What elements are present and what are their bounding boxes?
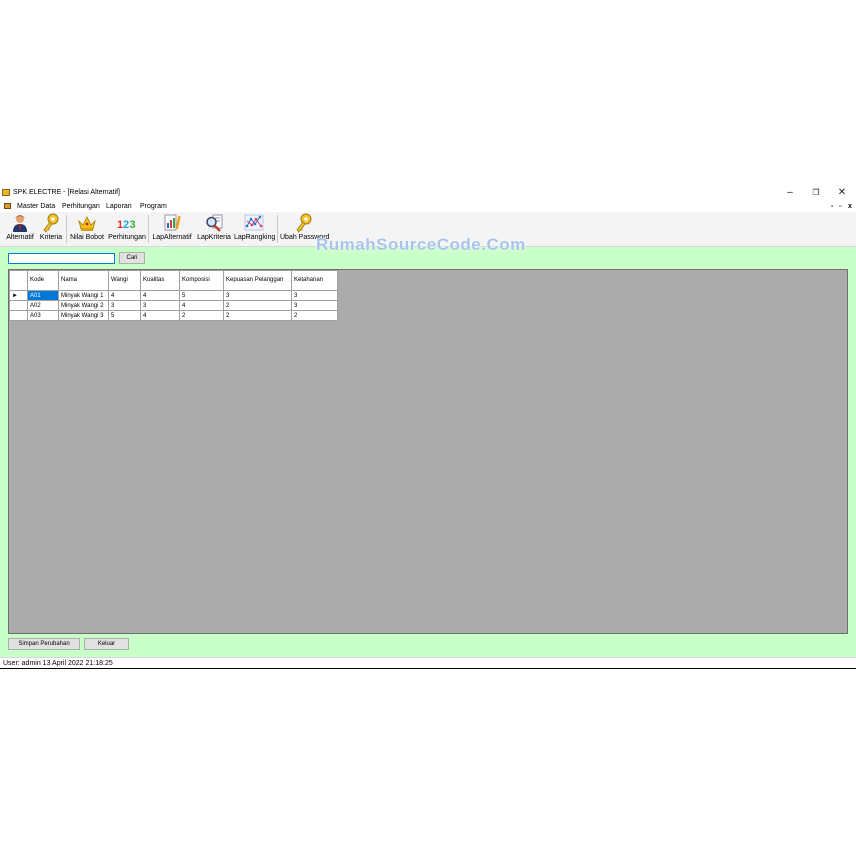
key-icon (43, 213, 59, 233)
network-chart-icon (244, 214, 264, 231)
table-cell[interactable]: 4 (140, 290, 180, 301)
column-header-kode[interactable]: Kode (27, 270, 59, 291)
window-title: SPK ELECTRE - [Relasi Alternatif] (13, 189, 120, 196)
menu-perhitungan[interactable]: Perhitungan (62, 202, 100, 211)
row-header[interactable] (9, 300, 28, 311)
toolbar-label: LapRangking (234, 234, 276, 241)
toolbar-label: Nilai Bobot (70, 234, 104, 241)
table-cell[interactable]: 2 (291, 310, 338, 321)
column-header-komposisi[interactable]: Komposisi (179, 270, 224, 291)
data-grid[interactable]: Kode Nama Wangi Kualitas Komposisi Kepua… (8, 269, 848, 634)
app-icon (2, 189, 10, 196)
magnifier-report-icon (206, 214, 223, 232)
toolbar-separator (277, 215, 278, 243)
table-row[interactable]: A02 Minyak Wangi 2 3 3 4 2 3 (9, 300, 338, 311)
menu-master-data[interactable]: Master Data (17, 202, 55, 211)
table-row[interactable]: ► A01 Minyak Wangi 1 4 4 5 3 3 (9, 290, 338, 301)
relasi-alternatif-table: Kode Nama Wangi Kualitas Komposisi Kepua… (9, 270, 338, 321)
user-icon (13, 215, 27, 232)
table-cell[interactable]: 4 (179, 300, 224, 311)
report-chart-icon (164, 214, 181, 231)
toolbar-lapkriteria-button[interactable]: LapKriteria (196, 213, 232, 244)
toolbar-label: Perhitungan (108, 234, 146, 241)
search-button[interactable]: Cari (119, 252, 145, 264)
toolbar-nilai-bobot-button[interactable]: Nilai Bobot (68, 213, 106, 244)
status-user-datetime: User: admin 13 April 2022 21:18:25 (3, 660, 113, 667)
table-cell[interactable]: 4 (108, 290, 141, 301)
current-row-indicator[interactable]: ► (9, 290, 28, 301)
table-header-row: Kode Nama Wangi Kualitas Komposisi Kepua… (9, 270, 338, 291)
toolbar-label: LapKriteria (197, 234, 231, 241)
row-header-corner (9, 270, 28, 291)
svg-text:2: 2 (123, 219, 129, 231)
svg-text:3: 3 (130, 219, 136, 231)
row-header[interactable] (9, 310, 28, 321)
toolbar-label: Alternatif (6, 234, 34, 241)
column-header-kualitas[interactable]: Kualitas (140, 270, 180, 291)
mdi-child-icon[interactable] (4, 203, 11, 209)
crown-icon (78, 216, 96, 231)
table-cell[interactable]: 3 (223, 290, 292, 301)
table-cell[interactable]: 2 (223, 300, 292, 311)
toolbar-separator (66, 215, 67, 243)
column-header-wangi[interactable]: Wangi (108, 270, 141, 291)
column-header-ketahanan[interactable]: Ketahanan (291, 270, 338, 291)
search-input[interactable] (8, 253, 115, 264)
table-cell[interactable]: 3 (291, 300, 338, 311)
watermark: RumahSourceCode.Com (316, 235, 526, 254)
app-window: SPK ELECTRE - [Relasi Alternatif] – ❐ ✕ … (0, 185, 856, 670)
table-cell[interactable]: A03 (27, 310, 59, 321)
table-cell[interactable]: 3 (108, 300, 141, 311)
toolbar-kriteria-button[interactable]: Kriteria (38, 213, 64, 244)
toolbar-alternatif-button[interactable]: Alternatif (4, 213, 36, 244)
column-header-kepuasan-pelanggan[interactable]: Kepuasan Pelanggan (223, 270, 292, 291)
table-cell[interactable]: 5 (179, 290, 224, 301)
minimize-button[interactable]: – (777, 186, 803, 200)
table-cell[interactable]: 2 (223, 310, 292, 321)
table-cell[interactable]: Minyak Wangi 2 (58, 300, 109, 311)
mdi-minimize-button[interactable]: - (831, 202, 833, 211)
table-cell[interactable]: 3 (291, 290, 338, 301)
table-cell[interactable]: 3 (140, 300, 180, 311)
key-icon (296, 213, 312, 233)
table-cell[interactable]: 2 (179, 310, 224, 321)
numbers-123-icon: 1 2 3 (117, 219, 136, 231)
restore-button[interactable]: ❐ (803, 186, 829, 200)
main-content: Cari Kode Nama Wangi Kualitas Komposisi … (0, 247, 856, 657)
close-button[interactable]: ✕ (829, 186, 855, 200)
toolbar-laprangking-button[interactable]: LapRangking (234, 213, 276, 244)
table-cell[interactable]: 5 (108, 310, 141, 321)
toolbar-label: LapAlternatif (152, 234, 192, 241)
title-bar: SPK ELECTRE - [Relasi Alternatif] – ❐ ✕ (0, 185, 856, 201)
menu-laporan[interactable]: Laporan (106, 202, 132, 211)
table-cell[interactable]: 4 (140, 310, 180, 321)
toolbar-label: Kriteria (39, 234, 63, 241)
mdi-restore-button[interactable]: ▫ (839, 202, 841, 211)
menu-program[interactable]: Program (140, 202, 167, 211)
save-changes-button[interactable]: Simpan Perubahan (8, 638, 80, 650)
table-cell[interactable]: A02 (27, 300, 59, 311)
toolbar-perhitungan-button[interactable]: 1 2 3 Perhitungan (108, 213, 146, 244)
table-cell[interactable]: Minyak Wangi 1 (58, 290, 109, 301)
menu-bar: Master Data Perhitungan Laporan Program … (0, 201, 856, 212)
mdi-close-button[interactable]: x (848, 202, 852, 211)
table-row[interactable]: A03 Minyak Wangi 3 5 4 2 2 2 (9, 310, 338, 321)
toolbar-lapalternatif-button[interactable]: LapAlternatif (151, 213, 193, 244)
window-bottom-border (0, 668, 856, 669)
toolbar-separator (148, 215, 149, 243)
table-cell[interactable]: A01 (27, 290, 59, 301)
table-cell[interactable]: Minyak Wangi 3 (58, 310, 109, 321)
column-header-nama[interactable]: Nama (58, 270, 109, 291)
exit-button[interactable]: Keluar (84, 638, 129, 650)
